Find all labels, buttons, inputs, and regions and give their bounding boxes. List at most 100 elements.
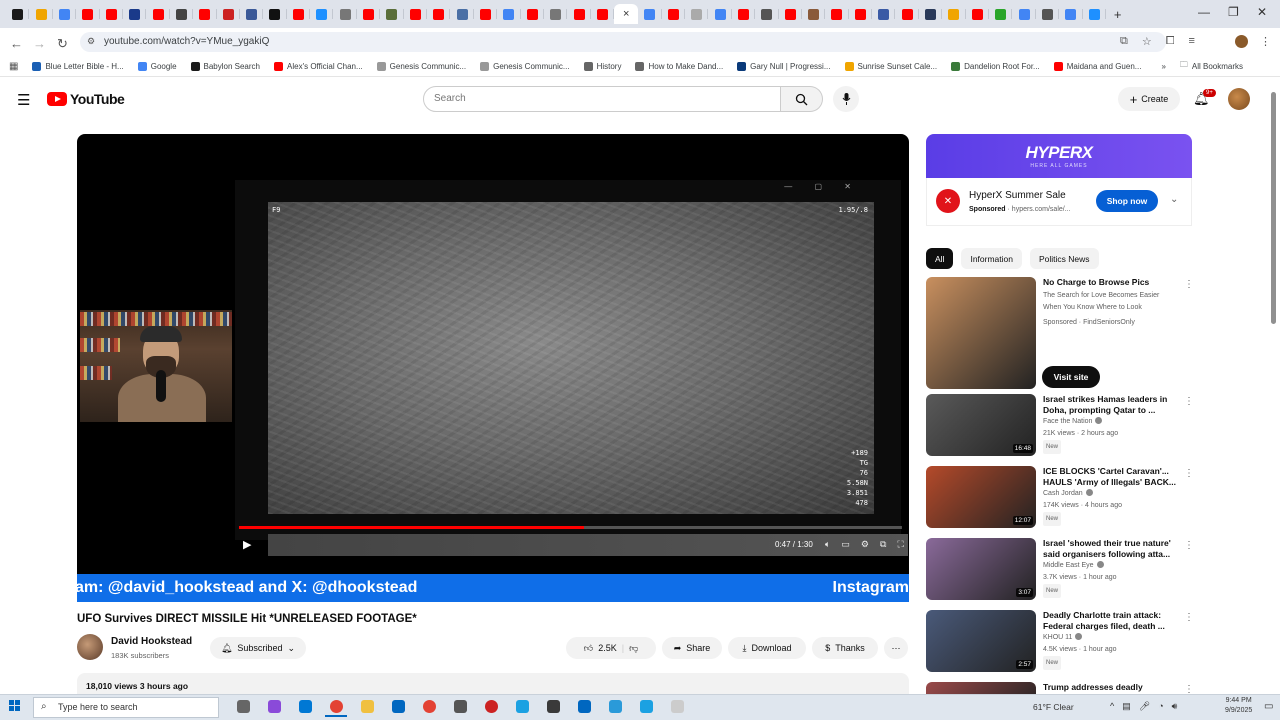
browser-tab[interactable] (638, 4, 662, 24)
bookmark-item[interactable]: Genesis Communic... (376, 61, 466, 71)
browser-tab[interactable] (966, 4, 990, 24)
like-count[interactable]: 2.5K (598, 643, 617, 653)
browser-tab[interactable] (53, 4, 77, 24)
taskbar-app-icon[interactable] (449, 697, 471, 717)
browser-tab[interactable] (380, 4, 404, 24)
bookmark-item[interactable]: Gary Null | Progressi... (737, 61, 831, 71)
browser-tab[interactable] (567, 4, 591, 24)
subscribed-button[interactable]: 🔔︎ Subscribed ⌄ (210, 637, 306, 659)
recommended-video[interactable]: 12:07 ICE BLOCKS 'Cartel Caravan'... HAUL… (926, 466, 1194, 528)
recommended-video-title[interactable]: Deadly Charlotte train attack: Federal c… (1043, 610, 1177, 632)
taskbar-app-icon[interactable] (480, 697, 502, 717)
browser-tab[interactable] (755, 4, 779, 24)
taskbar-app-icon[interactable] (635, 697, 657, 717)
taskbar-app-icon[interactable] (263, 697, 285, 717)
browser-tab[interactable] (287, 4, 311, 24)
shop-now-button[interactable]: Shop now (1096, 190, 1158, 212)
taskbar-app-icon[interactable] (232, 697, 254, 717)
filter-chip[interactable]: Politics News (1029, 248, 1099, 269)
ad-banner[interactable]: HYPERX HERE ALL GAMES (926, 134, 1192, 178)
taskbar-app-icon[interactable] (418, 697, 440, 717)
video-thumbnail[interactable]: 12:07 (926, 466, 1036, 528)
browser-tab[interactable] (732, 4, 756, 24)
browser-tab[interactable] (240, 4, 264, 24)
tab-close-icon[interactable]: × (623, 8, 629, 20)
more-vertical-icon[interactable]: ⋮ (1184, 468, 1194, 479)
browser-tab[interactable] (76, 4, 100, 24)
browser-tab[interactable] (685, 4, 709, 24)
bookmark-star-icon[interactable]: ☆ (1142, 35, 1152, 48)
browser-tab[interactable] (662, 4, 685, 24)
browser-tab[interactable] (29, 4, 53, 24)
browser-tab[interactable] (1012, 4, 1036, 24)
browser-tab[interactable] (474, 4, 498, 24)
hyperx-logo-icon[interactable]: ✕ (936, 189, 960, 213)
browser-tab[interactable] (544, 4, 568, 24)
browser-tab[interactable] (872, 4, 896, 24)
browser-tab[interactable] (450, 4, 474, 24)
taskbar-app-icon[interactable] (325, 697, 347, 717)
recommended-video-title[interactable]: Israel strikes Hamas leaders in Doha, pr… (1043, 394, 1177, 416)
more-vertical-icon[interactable]: ⋮ (1184, 612, 1194, 623)
browser-tab[interactable] (357, 4, 381, 24)
browser-tab[interactable] (100, 4, 123, 24)
filter-chip[interactable]: All (926, 248, 954, 269)
voice-search-button[interactable] (833, 86, 859, 112)
bookmark-item[interactable]: Google (137, 61, 177, 71)
download-button[interactable]: ⤓ Download (728, 637, 806, 659)
taskbar-app-icon[interactable] (356, 697, 378, 717)
bookmark-item[interactable]: How to Make Dand... (635, 61, 723, 71)
recommended-video[interactable]: 3:07 Israel 'showed their true nature' sa… (926, 538, 1194, 600)
hamburger-menu-icon[interactable]: ☰ (17, 91, 30, 109)
channel-name[interactable]: David Hookstead (111, 636, 192, 647)
notifications-icon[interactable]: ▭ (1264, 701, 1273, 712)
browser-tab[interactable] (849, 4, 873, 24)
browser-tab[interactable] (802, 4, 826, 24)
tab-search-icon[interactable]: ≡ (1189, 35, 1195, 48)
recommended-channel-name[interactable]: Face the Nation (1043, 418, 1092, 425)
site-info-icon[interactable]: ⚙ (87, 36, 95, 47)
bookmark-item[interactable]: Genesis Communic... (480, 61, 570, 71)
video-thumbnail[interactable]: 2:57 (926, 610, 1036, 672)
bookmark-item[interactable]: History (583, 61, 621, 71)
search-button[interactable] (781, 86, 823, 112)
recommended-video[interactable]: 2:57 Deadly Charlotte train attack: Feder… (926, 610, 1194, 672)
windows-start-icon[interactable] (9, 700, 21, 712)
browser-tab[interactable] (591, 4, 615, 24)
taskbar-app-icon[interactable] (542, 697, 564, 717)
minimize-icon[interactable]: — (1198, 5, 1210, 19)
browser-tab[interactable] (989, 4, 1013, 24)
recommended-channel-name[interactable]: KHOU 11 (1043, 634, 1072, 641)
browser-tab[interactable] (310, 4, 334, 24)
taskbar-app-icon[interactable] (666, 697, 688, 717)
youtube-logo[interactable]: YouTube (47, 91, 125, 107)
channel-avatar[interactable] (77, 634, 103, 660)
network-icon[interactable]: ▤ (1122, 701, 1131, 712)
search-input[interactable] (423, 86, 781, 112)
video-thumbnail[interactable] (926, 277, 1036, 389)
browser-tab[interactable] (942, 4, 966, 24)
browser-tab[interactable] (333, 4, 357, 24)
browser-tab[interactable] (1059, 4, 1083, 24)
page-scrollbar[interactable] (1271, 92, 1276, 324)
progress-bar[interactable] (239, 526, 902, 529)
bookmarks-overflow-icon[interactable]: » (1161, 62, 1165, 71)
browser-tab[interactable]: × (614, 4, 639, 24)
account-avatar[interactable] (1228, 88, 1250, 110)
more-vertical-icon[interactable]: ⋮ (1184, 396, 1194, 407)
reload-icon[interactable]: ↻ (57, 36, 68, 52)
profile-avatar-icon[interactable] (1235, 35, 1248, 48)
recommended-video[interactable]: 16:48 Israel strikes Hamas leaders in Doh… (926, 394, 1194, 456)
browser-tab[interactable] (1083, 4, 1106, 24)
recommended-channel-name[interactable]: Middle East Eye (1043, 562, 1094, 569)
bookmark-item[interactable]: Maidana and Guen... (1053, 61, 1141, 71)
visit-site-button[interactable]: Visit site (1042, 366, 1100, 388)
video-player[interactable]: — ▢ ✕ F9 1.95/.8 +189 TG 76 5.58N 3.851 478 ▶… (77, 134, 909, 602)
chevron-down-icon[interactable]: ⌄ (1170, 194, 1178, 205)
wifi-icon[interactable]: ◔ (1158, 701, 1163, 712)
thumbs-up-icon[interactable]: 👍︎ (584, 643, 593, 654)
browser-tab[interactable] (497, 4, 521, 24)
settings-gear-icon[interactable]: ⚙ (861, 539, 869, 550)
browser-tab[interactable] (521, 4, 544, 24)
bookmark-item[interactable]: Blue Letter Bible - H... (32, 61, 124, 71)
